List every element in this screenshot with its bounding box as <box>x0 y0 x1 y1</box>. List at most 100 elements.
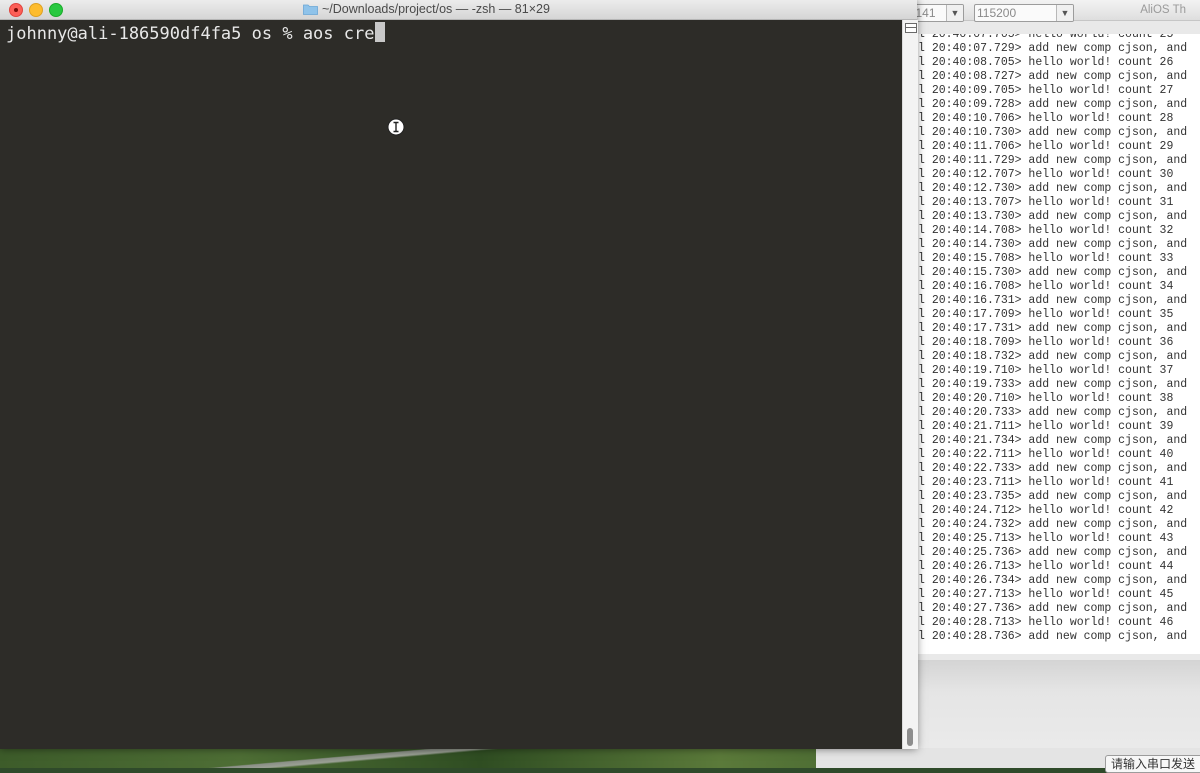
serial-log-line-prefix: l <box>918 70 925 83</box>
serial-log-line-text: 20:40:08.705> hello world! count 26 <box>931 56 1174 69</box>
serial-log-line-prefix: l <box>918 42 925 55</box>
serial-log-line-prefix: l <box>918 126 925 139</box>
serial-log-line: l 20:40:20.733> add new comp cjson, and <box>918 406 1200 420</box>
serial-log-line: l 20:40:15.730> add new comp cjson, and <box>918 266 1200 280</box>
serial-log-line-prefix: l <box>918 224 925 237</box>
serial-log-line-prefix: l <box>918 588 925 601</box>
chevron-down-icon: ▼ <box>1056 5 1073 21</box>
serial-log-line: l 20:40:17.731> add new comp cjson, and <box>918 322 1200 336</box>
serial-log-line-prefix: l <box>918 210 925 223</box>
serial-log-line: l 20:40:12.730> add new comp cjson, and <box>918 182 1200 196</box>
serial-send-button[interactable]: 请输入串口发送 <box>1105 755 1200 773</box>
serial-log-line: l 20:40:19.710> hello world! count 37 <box>918 364 1200 378</box>
serial-log-line-text: 20:40:27.736> add new comp cjson, and <box>931 602 1188 615</box>
serial-log-line-prefix: l <box>918 406 925 419</box>
serial-log-line-prefix: l <box>918 532 925 545</box>
serial-log-line: l 20:40:07.705> hello world! count 25 <box>918 34 1200 42</box>
close-window-button[interactable] <box>9 3 23 17</box>
serial-log-line: l 20:40:26.713> hello world! count 44 <box>918 560 1200 574</box>
serial-log-line-text: 20:40:14.708> hello world! count 32 <box>931 224 1174 237</box>
serial-log-line-prefix: l <box>918 392 925 405</box>
serial-log-line-text: 20:40:19.733> add new comp cjson, and <box>931 378 1188 391</box>
terminal-scrollbar[interactable] <box>902 20 918 749</box>
serial-log-line: l 20:40:24.732> add new comp cjson, and <box>918 518 1200 532</box>
serial-log-line-prefix: l <box>918 56 925 69</box>
serial-log-line: l 20:40:16.731> add new comp cjson, and <box>918 294 1200 308</box>
minimize-window-button[interactable] <box>29 3 43 17</box>
serial-log-line-text: 20:40:16.731> add new comp cjson, and <box>931 294 1188 307</box>
serial-log-line-prefix: l <box>918 616 925 629</box>
terminal-titlebar[interactable]: ~/Downloads/project/os — -zsh — 81×29 <box>0 0 917 20</box>
serial-log-line-prefix: l <box>918 294 925 307</box>
serial-log-line-text: 20:40:25.736> add new comp cjson, and <box>931 546 1188 559</box>
serial-log-line-text: 20:40:17.731> add new comp cjson, and <box>931 322 1188 335</box>
serial-log-line-text: 20:40:27.713> hello world! count 45 <box>931 588 1174 601</box>
serial-log-line-text: 20:40:20.710> hello world! count 38 <box>931 392 1174 405</box>
serial-log-line-text: 20:40:15.730> add new comp cjson, and <box>931 266 1188 279</box>
serial-log-line-prefix: l <box>918 140 925 153</box>
serial-log-line-text: 20:40:21.734> add new comp cjson, and <box>931 434 1188 447</box>
split-pane-icon[interactable] <box>905 23 917 33</box>
folder-icon <box>303 4 318 15</box>
serial-log-line: l 20:40:27.736> add new comp cjson, and <box>918 602 1200 616</box>
serial-log-line: l 20:40:16.708> hello world! count 34 <box>918 280 1200 294</box>
serial-log-line: l 20:40:21.734> add new comp cjson, and <box>918 434 1200 448</box>
serial-log-line: l 20:40:14.730> add new comp cjson, and <box>918 238 1200 252</box>
serial-log-line-text: 20:40:08.727> add new comp cjson, and <box>931 70 1188 83</box>
serial-log-line-text: 20:40:22.711> hello world! count 40 <box>931 448 1174 461</box>
serial-log-line-prefix: l <box>918 308 925 321</box>
serial-log-line-prefix: l <box>918 322 925 335</box>
serial-log-line: l 20:40:19.733> add new comp cjson, and <box>918 378 1200 392</box>
serial-log-line-text: 20:40:26.713> hello world! count 44 <box>931 560 1174 573</box>
serial-log-line-prefix: l <box>918 34 925 41</box>
serial-log-line-text: 20:40:17.709> hello world! count 35 <box>931 308 1174 321</box>
serial-log-line-text: 20:40:23.711> hello world! count 41 <box>931 476 1174 489</box>
serial-log-line-text: 20:40:24.732> add new comp cjson, and <box>931 518 1188 531</box>
serial-log-line-text: 20:40:28.713> hello world! count 46 <box>931 616 1174 629</box>
baud-select-value: 115200 <box>977 6 1017 20</box>
serial-log-line-text: 20:40:22.733> add new comp cjson, and <box>931 462 1188 475</box>
serial-log-line-text: 20:40:07.705> hello world! count 25 <box>931 34 1174 41</box>
serial-log-line-prefix: l <box>918 336 925 349</box>
serial-log-line-text: 20:40:26.734> add new comp cjson, and <box>931 574 1188 587</box>
serial-log-line-prefix: l <box>918 112 925 125</box>
serial-log-line-text: 20:40:19.710> hello world! count 37 <box>931 364 1174 377</box>
serial-log-line: l 20:40:11.706> hello world! count 29 <box>918 140 1200 154</box>
serial-log-area[interactable]: l 20:40:07.705> hello world! count 25 l 2… <box>918 34 1200 654</box>
serial-log-line: l 20:40:18.732> add new comp cjson, and <box>918 350 1200 364</box>
serial-log-line-prefix: l <box>918 504 925 517</box>
serial-log-line-text: 20:40:28.736> add new comp cjson, and <box>931 630 1188 643</box>
serial-log-line: l 20:40:18.709> hello world! count 36 <box>918 336 1200 350</box>
serial-log-line-text: 20:40:23.735> add new comp cjson, and <box>931 490 1188 503</box>
scroll-thumb[interactable] <box>907 728 913 746</box>
serial-log-line: l 20:40:22.733> add new comp cjson, and <box>918 462 1200 476</box>
serial-log-line: l 20:40:14.708> hello world! count 32 <box>918 224 1200 238</box>
terminal-window: ~/Downloads/project/os — -zsh — 81×29 jo… <box>0 0 918 749</box>
serial-log-line-prefix: l <box>918 462 925 475</box>
serial-log-line-prefix: l <box>918 252 925 265</box>
serial-log-line: l 20:40:08.705> hello world! count 26 <box>918 56 1200 70</box>
maximize-window-button[interactable] <box>49 3 63 17</box>
serial-log-line-prefix: l <box>918 602 925 615</box>
serial-log-line-prefix: l <box>918 476 925 489</box>
serial-log-line-prefix: l <box>918 518 925 531</box>
serial-log-line: l 20:40:10.730> add new comp cjson, and <box>918 126 1200 140</box>
serial-log-line-text: 20:40:09.728> add new comp cjson, and <box>931 98 1188 111</box>
serial-log-line-prefix: l <box>918 420 925 433</box>
serial-log-line-prefix: l <box>918 434 925 447</box>
serial-log-line: l 20:40:20.710> hello world! count 38 <box>918 392 1200 406</box>
terminal-content[interactable]: johnny@ali-186590df4fa5 os % aos cre <box>0 20 902 749</box>
serial-log-line-text: 20:40:18.709> hello world! count 36 <box>931 336 1174 349</box>
serial-log-line-text: 20:40:24.712> hello world! count 42 <box>931 504 1174 517</box>
serial-log-line: l 20:40:08.727> add new comp cjson, and <box>918 70 1200 84</box>
serial-log-line-prefix: l <box>918 364 925 377</box>
serial-log-line-prefix: l <box>918 154 925 167</box>
serial-log-line-prefix: l <box>918 266 925 279</box>
serial-monitor-title: AliOS Th <box>1140 4 1186 16</box>
serial-log-line-text: 20:40:14.730> add new comp cjson, and <box>931 238 1188 251</box>
serial-log-line: l 20:40:21.711> hello world! count 39 <box>918 420 1200 434</box>
serial-log-line-text: 20:40:09.705> hello world! count 27 <box>931 84 1174 97</box>
serial-log-line-prefix: l <box>918 560 925 573</box>
baud-select[interactable]: 115200 ▼ <box>974 4 1074 22</box>
serial-log-line: l 20:40:11.729> add new comp cjson, and <box>918 154 1200 168</box>
